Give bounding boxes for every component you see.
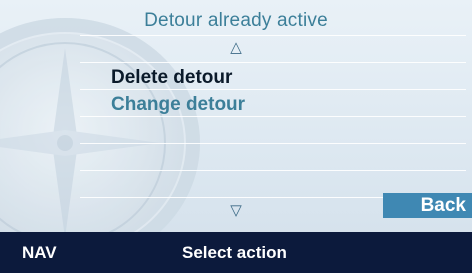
nav-screen: Detour already active △ Delete detour Ch… [0, 0, 472, 273]
row-divider [80, 89, 466, 90]
row-divider [80, 35, 466, 36]
menu-item-change-detour[interactable]: Change detour [111, 94, 245, 116]
status-bar: NAV Select action [0, 232, 472, 273]
row-divider [80, 62, 466, 63]
row-divider [80, 116, 466, 117]
scroll-down-icon[interactable]: ▽ [230, 203, 242, 218]
row-divider [80, 143, 466, 144]
back-button[interactable]: Back [383, 193, 472, 218]
menu-item-delete-detour[interactable]: Delete detour [111, 67, 232, 89]
scroll-up-icon[interactable]: △ [230, 40, 242, 55]
row-divider [80, 170, 466, 171]
screen-title: Detour already active [144, 10, 328, 31]
nav-mode-label[interactable]: NAV [22, 243, 57, 263]
status-prompt: Select action [182, 243, 287, 262]
